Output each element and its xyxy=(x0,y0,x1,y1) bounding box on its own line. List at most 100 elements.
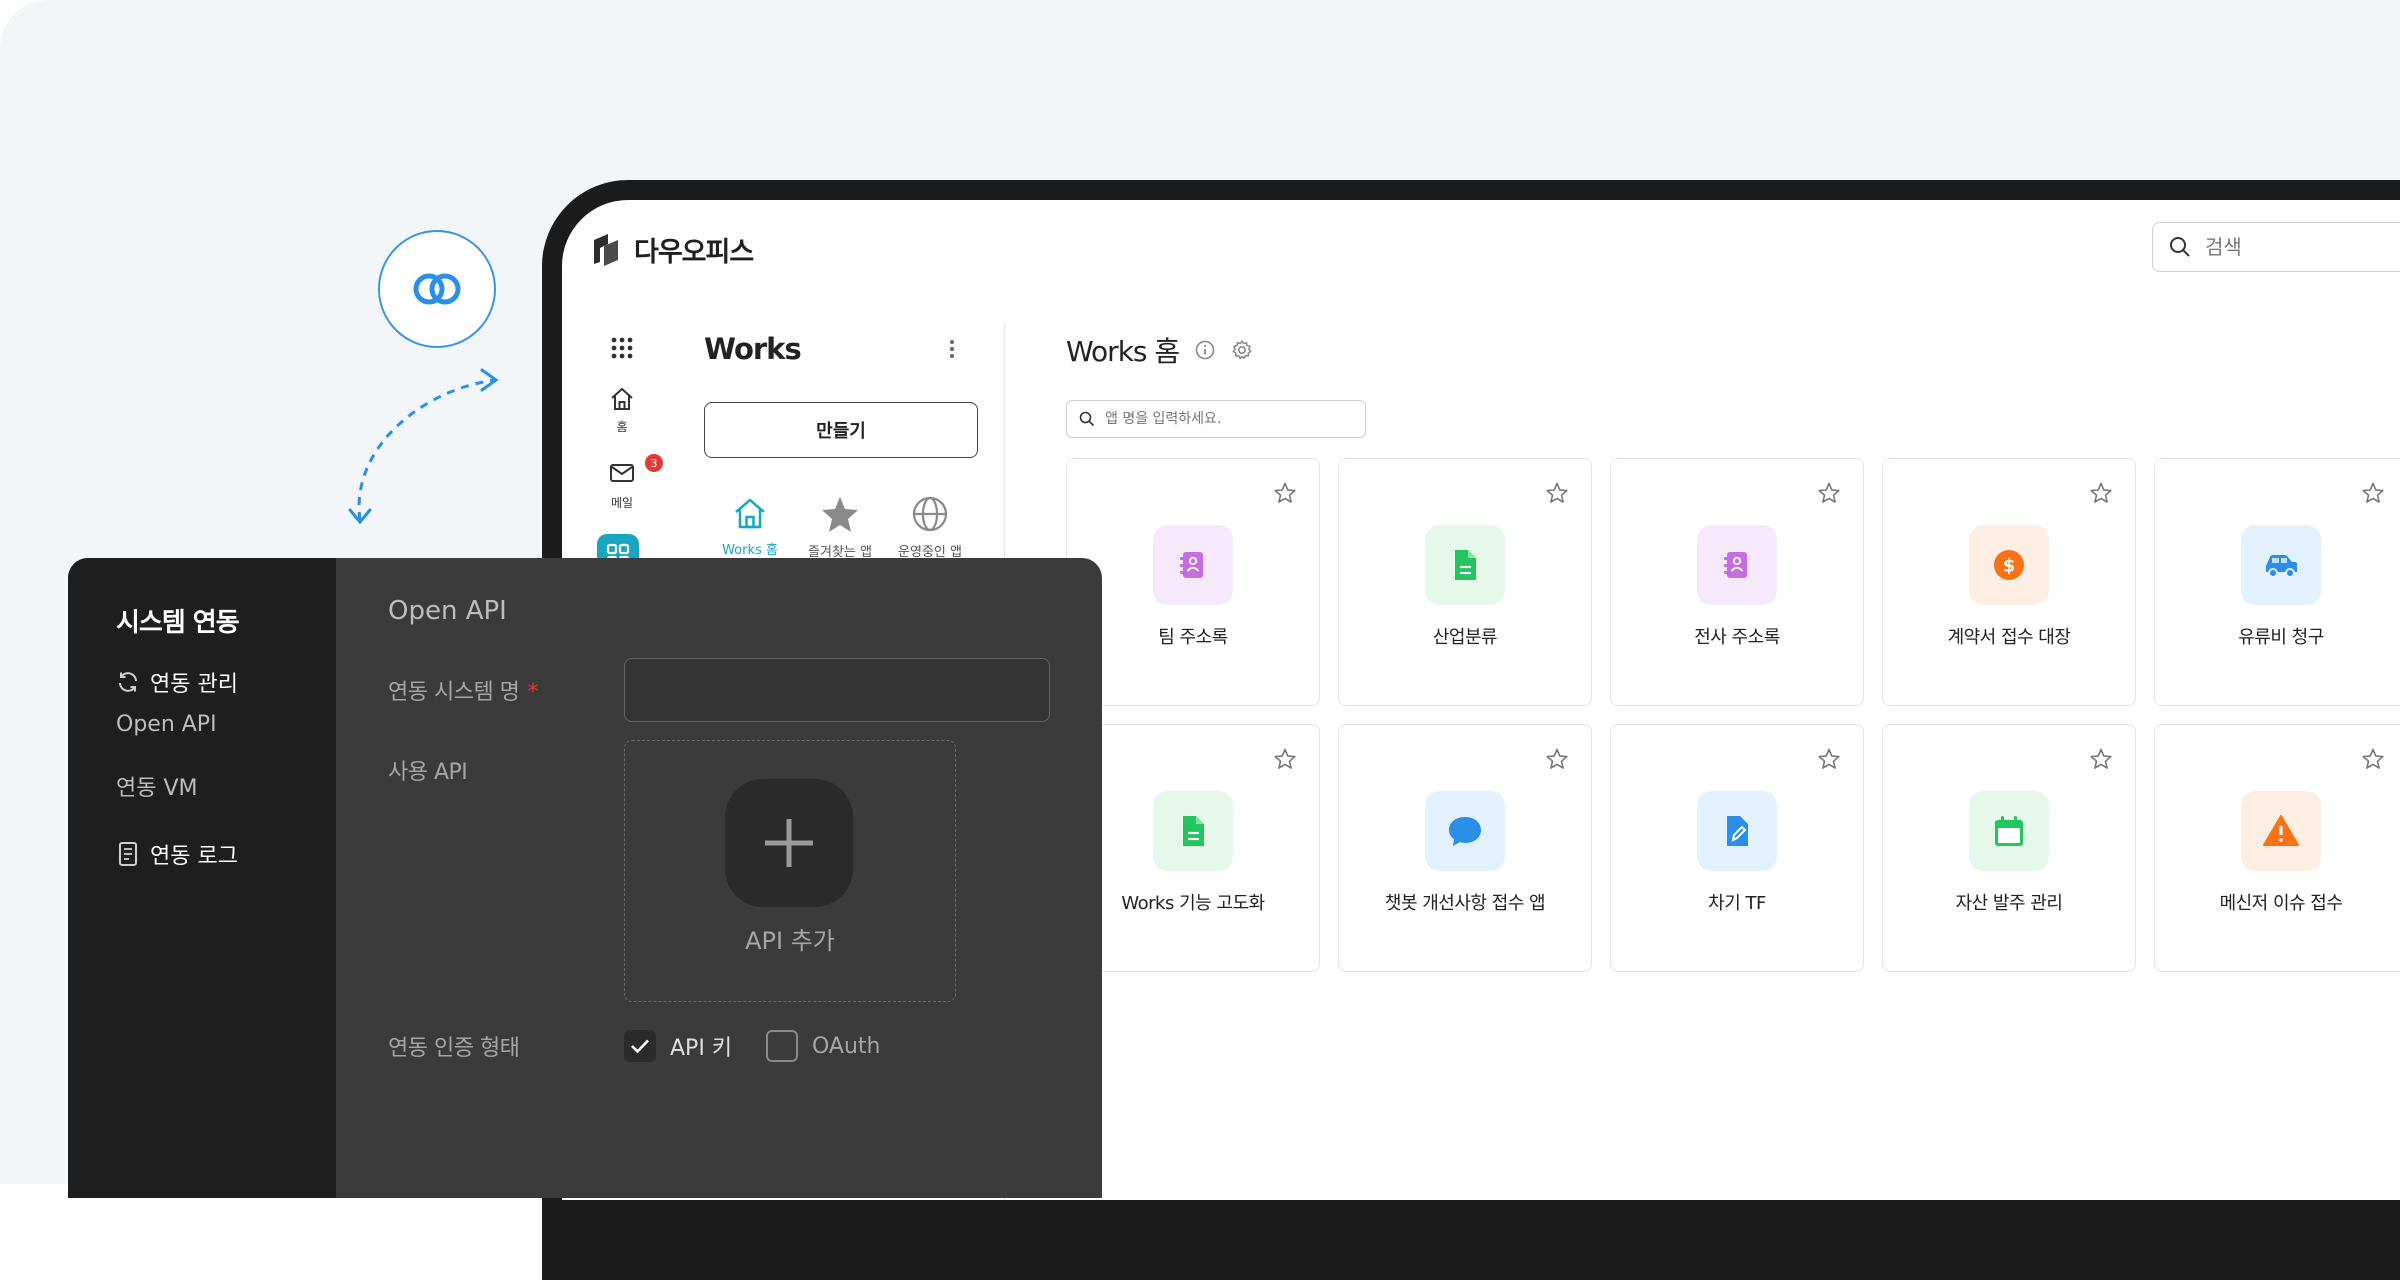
auth-option-label: OAuth xyxy=(812,1033,881,1059)
app-name: 차기 TF xyxy=(1708,893,1766,914)
star-outline-icon[interactable] xyxy=(1545,481,1569,505)
calendar-icon xyxy=(1969,791,2049,871)
star-outline-icon[interactable] xyxy=(1817,481,1841,505)
app-card[interactable]: 메신저 이슈 접수 xyxy=(2154,724,2400,972)
car-icon xyxy=(2241,525,2321,605)
app-card[interactable]: 팀 주소록 xyxy=(1066,458,1320,706)
app-card[interactable]: 유류비 청구 xyxy=(2154,458,2400,706)
edit-document-icon xyxy=(1697,791,1777,871)
rail-app-launcher[interactable] xyxy=(592,336,652,360)
sidebar-item-vm[interactable]: 연동 VM xyxy=(116,770,198,802)
works-home-header: Works 홈 xyxy=(1066,330,1253,370)
check-icon xyxy=(631,1039,649,1054)
mail-unread-badge: 3 xyxy=(645,454,663,472)
auth-option-api-key[interactable]: API 키 xyxy=(624,1030,732,1062)
auth-option-oauth[interactable]: OAuth xyxy=(766,1030,881,1062)
system-integration-panel: 시스템 연동 연동 관리 Open API 연동 VM 연동 로그 Open A… xyxy=(68,558,1102,1198)
app-card[interactable]: 전사 주소록 xyxy=(1610,458,1864,706)
create-button[interactable]: 만들기 xyxy=(704,402,978,458)
tab-label: Works 홈 xyxy=(722,543,778,558)
rail-item-mail[interactable]: 3 메일 xyxy=(592,454,663,511)
use-api-label: 사용 API xyxy=(388,760,468,785)
home-icon xyxy=(611,387,633,410)
tab-works-home[interactable]: Works 홈 xyxy=(710,495,790,558)
star-icon xyxy=(822,497,858,532)
warning-icon xyxy=(2241,791,2321,871)
brand-logo[interactable]: 다우오피스 xyxy=(588,230,754,269)
rail-item-home[interactable]: 홈 xyxy=(592,386,652,435)
document-icon xyxy=(1153,791,1233,871)
home-icon xyxy=(735,498,765,529)
sidebar-item-open-api[interactable]: Open API xyxy=(116,712,217,737)
connection-arrow-icon xyxy=(348,368,499,525)
app-name: 유류비 청구 xyxy=(2238,627,2324,648)
app-card[interactable]: 챗봇 개선사항 접수 앱 xyxy=(1338,724,1592,972)
plus-icon xyxy=(765,819,813,867)
daouoffice-logo-icon xyxy=(594,233,618,266)
app-card[interactable]: Works 기능 고도화 xyxy=(1066,724,1320,972)
star-outline-icon[interactable] xyxy=(1817,747,1841,771)
app-name: Works 기능 고도화 xyxy=(1121,893,1265,914)
app-card[interactable]: 차기 TF xyxy=(1610,724,1864,972)
refresh-icon xyxy=(119,672,137,692)
document-icon xyxy=(1425,525,1505,605)
app-card[interactable]: $ 계약서 접수 대장 xyxy=(1882,458,2136,706)
star-outline-icon[interactable] xyxy=(2361,747,2385,771)
more-vertical-icon[interactable] xyxy=(948,338,956,360)
app-name: 계약서 접수 대장 xyxy=(1947,627,2071,648)
rail-label-home: 홈 xyxy=(616,420,628,434)
star-outline-icon[interactable] xyxy=(2361,481,2385,505)
app-name: 자산 발주 관리 xyxy=(1955,893,2063,914)
star-outline-icon[interactable] xyxy=(1545,747,1569,771)
sidebar-item-label: 연동 로그 xyxy=(150,844,238,869)
link-icon xyxy=(378,230,496,348)
checkbox-checked[interactable] xyxy=(624,1030,656,1062)
app-search-input[interactable] xyxy=(1103,410,1347,428)
auth-type-label: 연동 인증 형태 xyxy=(388,1036,520,1061)
app-name: 전사 주소록 xyxy=(1694,627,1780,648)
app-name: 산업분류 xyxy=(1432,627,1498,648)
sidebar-item-manage[interactable]: 연동 관리 xyxy=(116,666,238,698)
log-document-icon xyxy=(119,842,137,866)
chat-icon xyxy=(1425,791,1505,871)
mail-icon xyxy=(610,464,634,482)
address-book-icon xyxy=(1697,525,1777,605)
form-title: Open API xyxy=(388,596,507,626)
globe-icon xyxy=(912,496,948,532)
star-outline-icon[interactable] xyxy=(2089,747,2113,771)
app-name: 팀 주소록 xyxy=(1158,627,1228,648)
address-book-icon xyxy=(1153,525,1233,605)
search-icon xyxy=(2170,237,2190,257)
brand-name: 다우오피스 xyxy=(634,237,754,268)
tab-favorite-apps[interactable]: 즐겨찾는 앱 xyxy=(800,495,880,560)
system-name-input[interactable] xyxy=(624,658,1050,722)
svg-text:$: $ xyxy=(2003,556,2016,577)
star-outline-icon[interactable] xyxy=(2089,481,2113,505)
system-name-label: 연동 시스템 명 * xyxy=(388,674,538,706)
label-text: 연동 시스템 명 xyxy=(388,680,520,705)
app-name: 메신저 이슈 접수 xyxy=(2219,893,2343,914)
tab-running-apps[interactable]: 운영중인 앱 xyxy=(890,495,970,560)
info-icon[interactable] xyxy=(1195,340,1215,360)
app-card[interactable]: 산업분류 xyxy=(1338,458,1592,706)
star-outline-icon[interactable] xyxy=(1273,481,1297,505)
checkbox-unchecked[interactable] xyxy=(766,1030,798,1062)
gear-icon[interactable] xyxy=(1231,339,1253,361)
page-title: Works 홈 xyxy=(1066,335,1180,368)
global-search[interactable] xyxy=(2152,222,2400,272)
api-add-dropzone[interactable]: API 추가 xyxy=(624,740,956,1002)
grid-dots-icon xyxy=(611,337,633,359)
sidebar-item-log[interactable]: 연동 로그 xyxy=(116,838,238,870)
add-api-button[interactable] xyxy=(725,779,853,907)
global-search-input[interactable] xyxy=(2203,234,2400,260)
search-icon xyxy=(1079,411,1095,427)
api-add-label: API 추가 xyxy=(745,927,835,955)
app-search[interactable] xyxy=(1066,400,1366,438)
works-title: Works xyxy=(704,332,802,366)
sidebar-item-label: 연동 관리 xyxy=(150,672,238,697)
panel-sidebar: 시스템 연동 연동 관리 Open API 연동 VM 연동 로그 xyxy=(68,558,336,1198)
required-mark: * xyxy=(527,680,538,705)
sidebar-title: 시스템 연동 xyxy=(116,608,240,638)
star-outline-icon[interactable] xyxy=(1273,747,1297,771)
app-card[interactable]: 자산 발주 관리 xyxy=(1882,724,2136,972)
